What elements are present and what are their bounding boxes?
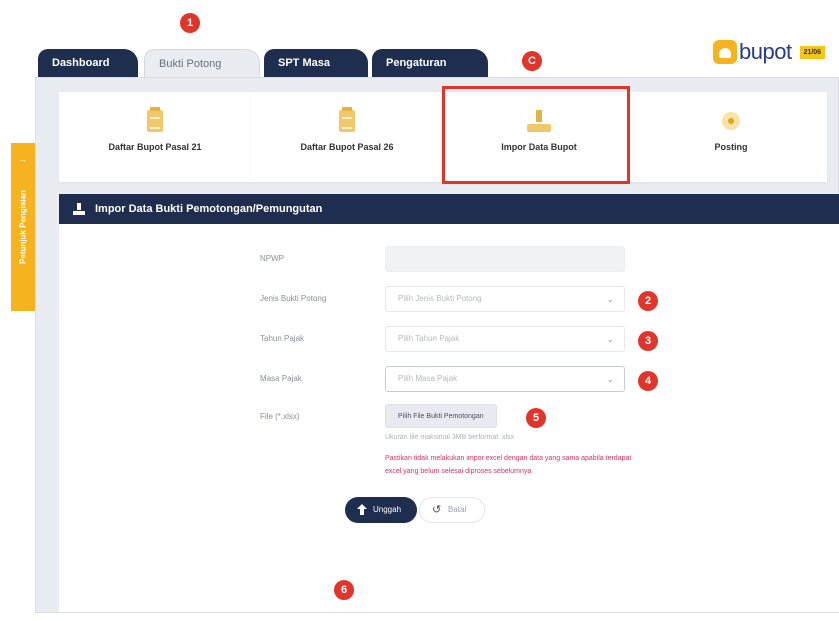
bupot-logo: bupot 21/06 — [713, 38, 826, 66]
row-tahun-pajak: Tahun Pajak Pilih Tahun Pajak ⌄ — [59, 326, 839, 352]
row-masa-pajak: Masa Pajak Pilih Masa Pajak ⌄ — [59, 366, 839, 392]
logo-date-badge: 21/06 — [799, 45, 826, 59]
marker-2: 2 — [638, 291, 658, 311]
masa-placeholder: Pilih Masa Pajak — [398, 374, 458, 383]
unggah-button[interactable]: Unggah — [345, 497, 417, 523]
panel-title: Impor Data Bukti Pemotongan/Pemungutan — [95, 203, 323, 215]
card-impor-data-bupot[interactable]: Impor Data Bupot — [443, 92, 635, 182]
tahun-pajak-select[interactable]: Pilih Tahun Pajak ⌄ — [385, 326, 625, 352]
unggah-label: Unggah — [373, 505, 402, 514]
row-jenis-bukti-potong: Jenis Bukti Potong Pilih Jenis Bukti Pot… — [59, 286, 839, 312]
card-daftar-bupot-21[interactable]: Daftar Bupot Pasal 21 — [59, 92, 251, 182]
undo-icon: ↺ — [432, 504, 442, 516]
jenis-bukti-potong-label: Jenis Bukti Potong — [260, 294, 327, 303]
marker-1: 1 — [180, 13, 200, 33]
npwp-field — [385, 246, 625, 272]
import-icon — [73, 203, 85, 215]
npwp-label: NPWP — [260, 254, 284, 263]
tab-bukti-potong[interactable]: Bukti Potong — [144, 49, 260, 77]
document-icon — [147, 107, 163, 132]
marker-c: C — [522, 51, 542, 71]
tab-spt-masa[interactable]: SPT Masa — [264, 49, 368, 77]
chevron-down-icon: ⌄ — [606, 334, 614, 344]
card-label: Posting — [714, 142, 748, 152]
choose-file-button[interactable]: Pilih File Bukti Pemotongan — [385, 404, 497, 428]
marker-3: 3 — [638, 331, 658, 351]
posting-icon — [722, 112, 740, 130]
panel-header: Impor Data Bukti Pemotongan/Pemungutan — [59, 194, 839, 224]
tahun-placeholder: Pilih Tahun Pajak — [398, 334, 460, 343]
document-icon — [339, 107, 355, 132]
menu-cards: Daftar Bupot Pasal 21 Daftar Bupot Pasal… — [59, 92, 839, 182]
batal-label: Batal — [448, 505, 467, 514]
bupot-logo-icon — [713, 40, 737, 64]
file-label: File (*.xlsx) — [260, 412, 300, 421]
row-npwp: NPWP — [59, 246, 839, 272]
tahun-pajak-label: Tahun Pajak — [260, 334, 305, 343]
tab-pengaturan[interactable]: Pengaturan — [372, 49, 488, 77]
logo-text: bupot — [739, 39, 792, 64]
card-label: Daftar Bupot Pasal 21 — [108, 142, 202, 152]
chevron-down-icon: ⌄ — [606, 374, 614, 384]
marker-5: 5 — [526, 408, 546, 428]
jenis-bukti-potong-select[interactable]: Pilih Jenis Bukti Potong ⌄ — [385, 286, 625, 312]
tab-dashboard[interactable]: Dashboard — [38, 49, 138, 77]
card-posting[interactable]: Posting — [635, 92, 827, 182]
file-size-hint: Ukuran file maksimal 3MB berformat .xlsx — [385, 434, 515, 441]
masa-pajak-label: Masa Pajak — [260, 374, 302, 383]
arrow-icon: → — [19, 155, 27, 164]
jenis-placeholder: Pilih Jenis Bukti Potong — [398, 294, 482, 303]
marker-6: 6 — [334, 580, 354, 600]
petunjuk-pengisian-tab[interactable]: → Petunjuk Pengisian — [11, 143, 35, 311]
upload-icon — [357, 504, 367, 516]
import-warning-text: Pastikan tidak melakukan impor excel den… — [385, 455, 632, 475]
card-daftar-bupot-26[interactable]: Daftar Bupot Pasal 26 — [251, 92, 443, 182]
batal-button[interactable]: ↺ Batal — [419, 497, 485, 523]
import-form-panel: Impor Data Bukti Pemotongan/Pemungutan N… — [59, 194, 839, 612]
import-icon — [527, 110, 551, 132]
content-frame: Daftar Bupot Pasal 21 Daftar Bupot Pasal… — [35, 77, 839, 613]
masa-pajak-select[interactable]: Pilih Masa Pajak ⌄ — [385, 366, 625, 392]
marker-4: 4 — [638, 371, 658, 391]
card-label: Daftar Bupot Pasal 26 — [300, 142, 394, 152]
petunjuk-label: Petunjuk Pengisian — [18, 190, 28, 264]
card-label: Impor Data Bupot — [501, 142, 577, 152]
chevron-down-icon: ⌄ — [606, 294, 614, 304]
